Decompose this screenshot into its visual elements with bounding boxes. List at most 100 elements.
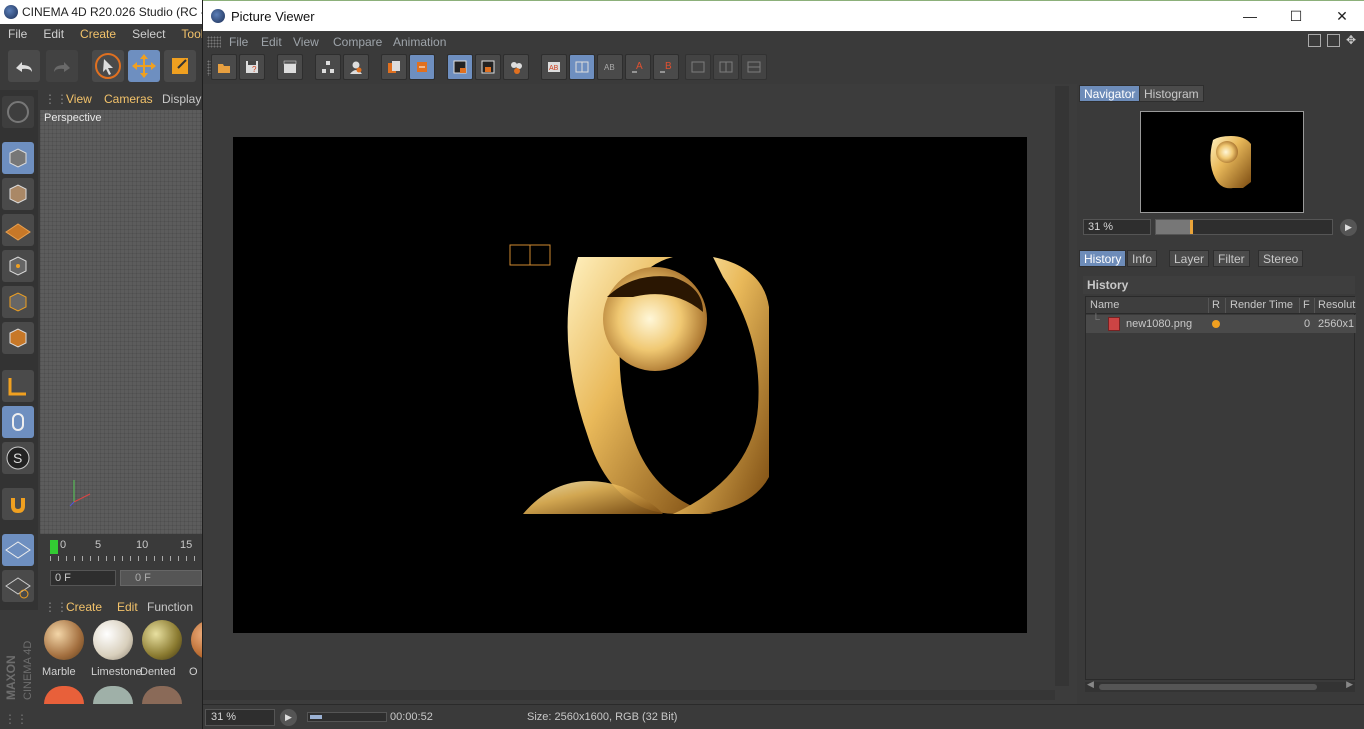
- material-menu-edit[interactable]: Edit: [117, 600, 138, 614]
- column-divider[interactable]: [1225, 298, 1226, 313]
- menu-animation[interactable]: Animation: [393, 35, 446, 49]
- panel-layout-icon[interactable]: [1308, 34, 1321, 47]
- perspective-viewport[interactable]: Perspective: [40, 110, 202, 534]
- fit-view-button[interactable]: [475, 54, 501, 80]
- render-settings-button[interactable]: [277, 54, 303, 80]
- full-view-button[interactable]: [447, 54, 473, 80]
- set-b-button[interactable]: B: [653, 54, 679, 80]
- save-button[interactable]: ?: [239, 54, 265, 80]
- material-swatch[interactable]: Dented: [140, 620, 184, 678]
- axis-mode-button[interactable]: [2, 370, 34, 402]
- menu-file[interactable]: File: [229, 35, 248, 49]
- stereo-b-button[interactable]: [713, 54, 739, 80]
- navigator-zoom-field[interactable]: 31 %: [1083, 219, 1151, 235]
- polygons-mode-button[interactable]: [2, 322, 34, 354]
- redo-button[interactable]: [46, 50, 78, 82]
- stereo-a-button[interactable]: [685, 54, 711, 80]
- scrollbar-thumb[interactable]: [1099, 684, 1317, 690]
- column-header-resolution[interactable]: Resolut: [1318, 299, 1355, 311]
- navigator-play-button[interactable]: ▶: [1340, 219, 1357, 236]
- group-view-button[interactable]: [503, 54, 529, 80]
- material-swatch[interactable]: Marble: [42, 620, 86, 678]
- scale-tool-button[interactable]: [164, 50, 196, 82]
- viewport-menu-cameras[interactable]: Cameras: [104, 92, 153, 106]
- tab-filter[interactable]: Filter: [1213, 250, 1250, 267]
- tab-info[interactable]: Info: [1127, 250, 1158, 267]
- slider-knob[interactable]: [1190, 220, 1193, 234]
- material-menu-create[interactable]: Create: [66, 600, 102, 614]
- stop-render-button[interactable]: [315, 54, 341, 80]
- zoom-field[interactable]: 31 %: [205, 709, 275, 726]
- table-row[interactable]: └ new1080.png 0 2560x1: [1086, 314, 1356, 333]
- axis-gizmo-icon: [69, 480, 91, 507]
- material-ball-partial: [44, 686, 84, 704]
- new-panel-icon[interactable]: [1327, 34, 1340, 47]
- object-mode-button[interactable]: [2, 96, 34, 128]
- move-tool-button[interactable]: [128, 50, 160, 82]
- scroll-right-icon[interactable]: ▶: [1346, 679, 1353, 690]
- tweak-mode-button[interactable]: [2, 406, 34, 438]
- timeline-ruler[interactable]: 0 5 10 15: [40, 536, 202, 566]
- navigator-thumbnail[interactable]: [1140, 111, 1304, 213]
- solo-button[interactable]: S: [2, 442, 34, 474]
- vertical-scrollbar[interactable]: [1055, 86, 1069, 686]
- play-button[interactable]: ▶: [280, 709, 297, 726]
- stereo-c-button[interactable]: [741, 54, 767, 80]
- c4d-menu-select[interactable]: Select: [124, 27, 173, 41]
- locked-workplane-button[interactable]: [2, 534, 34, 566]
- navigator-zoom-slider[interactable]: [1155, 219, 1333, 235]
- playhead-marker[interactable]: [50, 540, 58, 554]
- split-compare-button[interactable]: [569, 54, 595, 80]
- maximize-button[interactable]: ☐: [1273, 1, 1319, 31]
- frame-range-slider[interactable]: 0 F: [120, 570, 202, 586]
- open-file-button[interactable]: [211, 54, 237, 80]
- diff-compare-button[interactable]: AB: [597, 54, 623, 80]
- menu-edit[interactable]: Edit: [261, 35, 282, 49]
- model-mode-button[interactable]: [2, 142, 34, 174]
- start-frame-field[interactable]: 0 F: [50, 570, 116, 586]
- selection-tool-button[interactable]: [92, 50, 124, 82]
- menu-view[interactable]: View: [293, 35, 319, 49]
- tab-stereo[interactable]: Stereo: [1258, 250, 1304, 267]
- copy-button[interactable]: [381, 54, 407, 80]
- column-header-frames[interactable]: F: [1303, 299, 1310, 311]
- material-menu-function[interactable]: Function: [147, 600, 193, 614]
- delete-button[interactable]: [409, 54, 435, 80]
- move-panel-icon[interactable]: ✥: [1346, 34, 1359, 47]
- column-header-render-time[interactable]: Render Time: [1230, 299, 1293, 311]
- image-canvas-area[interactable]: [203, 86, 1073, 700]
- column-header-r[interactable]: R: [1212, 299, 1220, 311]
- tab-navigator[interactable]: Navigator: [1079, 85, 1141, 102]
- column-divider[interactable]: [1314, 298, 1315, 313]
- material-swatch[interactable]: Limestone: [91, 620, 141, 678]
- viewport-menu-view[interactable]: View: [66, 92, 92, 106]
- viewport-menu-display[interactable]: Display: [162, 92, 201, 106]
- snap-button[interactable]: [2, 488, 34, 520]
- points-mode-button[interactable]: [2, 250, 34, 282]
- menu-compare[interactable]: Compare: [333, 35, 382, 49]
- c4d-menu-file[interactable]: File: [0, 27, 35, 41]
- texture-mode-button[interactable]: [2, 178, 34, 210]
- history-scrollbar[interactable]: ◀ ▶: [1085, 679, 1355, 692]
- tab-layer[interactable]: Layer: [1169, 250, 1210, 267]
- workplane-button[interactable]: [2, 214, 34, 246]
- compare-ab-button[interactable]: AB: [541, 54, 567, 80]
- tab-history[interactable]: History: [1079, 250, 1127, 267]
- c4d-menu-create[interactable]: Create: [72, 27, 124, 41]
- undo-button[interactable]: [8, 50, 40, 82]
- c4d-menu-edit[interactable]: Edit: [35, 27, 72, 41]
- pointer-icon: [95, 53, 121, 79]
- minimize-button[interactable]: —: [1227, 1, 1273, 31]
- close-button[interactable]: ✕: [1319, 1, 1364, 31]
- column-divider[interactable]: [1208, 298, 1209, 313]
- rendered-image[interactable]: [233, 137, 1027, 633]
- user-render-button[interactable]: [343, 54, 369, 80]
- column-divider[interactable]: [1299, 298, 1300, 313]
- edges-mode-button[interactable]: [2, 286, 34, 318]
- set-a-button[interactable]: A: [625, 54, 651, 80]
- column-header-name[interactable]: Name: [1090, 299, 1119, 311]
- horizontal-scrollbar[interactable]: [203, 690, 1055, 700]
- planar-workplane-button[interactable]: [2, 570, 34, 602]
- scroll-left-icon[interactable]: ◀: [1087, 679, 1094, 690]
- tab-histogram[interactable]: Histogram: [1139, 85, 1204, 102]
